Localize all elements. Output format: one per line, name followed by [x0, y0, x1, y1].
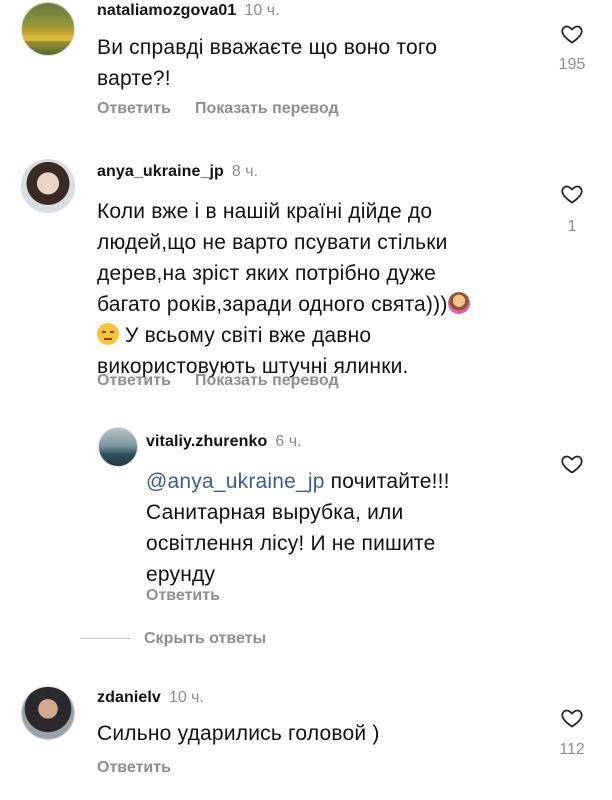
timestamp: 10 ч.	[244, 2, 280, 19]
comment-line: Коли вже і в нашій країні дійде до	[97, 200, 433, 223]
reply-button[interactable]: Ответить	[97, 100, 171, 117]
timestamp: 8 ч.	[231, 163, 259, 180]
comment-line-text: У всьому світі вже давно	[125, 324, 372, 347]
comment-line: дерев,на зріст яких потрібно дуже	[97, 262, 436, 285]
avatar[interactable]	[98, 427, 138, 467]
reply-button[interactable]: Ответить	[146, 587, 220, 604]
comment-line: Ви справді вважаєте що воно того	[97, 36, 438, 59]
timestamp: 6 ч.	[275, 433, 302, 450]
woman-shrugging-emoji	[447, 292, 470, 314]
comment-line: ерунду	[146, 563, 216, 586]
comment-line: людей,що не варто псувати стільки	[97, 231, 448, 254]
comment-line: Санитарная вырубка, или	[146, 501, 404, 524]
heart-icon[interactable]	[559, 182, 585, 206]
heart-icon[interactable]	[559, 452, 585, 476]
unamused-face-emoji	[97, 323, 119, 345]
comment-line: Сильно ударились головой )	[97, 722, 380, 745]
comment-line: багато років,заради одного свята)))	[97, 289, 470, 320]
like-count: 195	[558, 56, 586, 73]
avatar[interactable]	[21, 2, 75, 56]
divider	[80, 638, 130, 640]
comment-line: @anya_ukraine_jp почитайте!!!	[146, 466, 450, 497]
username[interactable]: nataliamozgova01	[97, 2, 236, 19]
heart-icon[interactable]	[559, 22, 585, 46]
avatar[interactable]	[21, 686, 75, 740]
comment-line-text: багато років,заради одного свята)))	[97, 293, 448, 316]
mention-link[interactable]: @anya_ukraine_jp	[146, 470, 325, 493]
show-translation-button[interactable]: Показать перевод	[195, 100, 339, 117]
reply-button[interactable]: Ответить	[97, 759, 171, 776]
username[interactable]: vitaliy.zhurenko	[146, 433, 267, 450]
comment-line: У всьому світі вже давно	[97, 320, 470, 351]
heart-icon[interactable]	[559, 706, 585, 730]
username[interactable]: zdanielv	[97, 689, 161, 706]
hide-replies-label[interactable]: Скрыть ответы	[144, 630, 266, 647]
username[interactable]: anya_ukraine_jp	[97, 163, 224, 180]
comment-line-text: почитайте!!!	[324, 470, 450, 493]
show-translation-button[interactable]: Показать перевод	[195, 372, 339, 389]
comment-line: освітлення лісу! И не пишите	[146, 532, 436, 555]
hide-replies-button[interactable]: Скрыть ответы	[80, 630, 266, 648]
avatar[interactable]	[21, 159, 75, 213]
comment-text: Ви справді вважаєте що воно того варте?!	[97, 32, 437, 94]
comment-line: варте?!	[97, 67, 171, 90]
comment-text: Коли вже і в нашій країні дійде до людей…	[97, 196, 470, 382]
comment-text: Сильно ударились головой )	[97, 718, 380, 749]
like-count: 112	[559, 741, 585, 758]
like-count: 1	[567, 218, 577, 235]
reply-button[interactable]: Ответить	[97, 372, 171, 389]
timestamp: 10 ч.	[168, 689, 204, 706]
comment-text: @anya_ukraine_jp почитайте!!! Санитарная…	[146, 466, 450, 590]
